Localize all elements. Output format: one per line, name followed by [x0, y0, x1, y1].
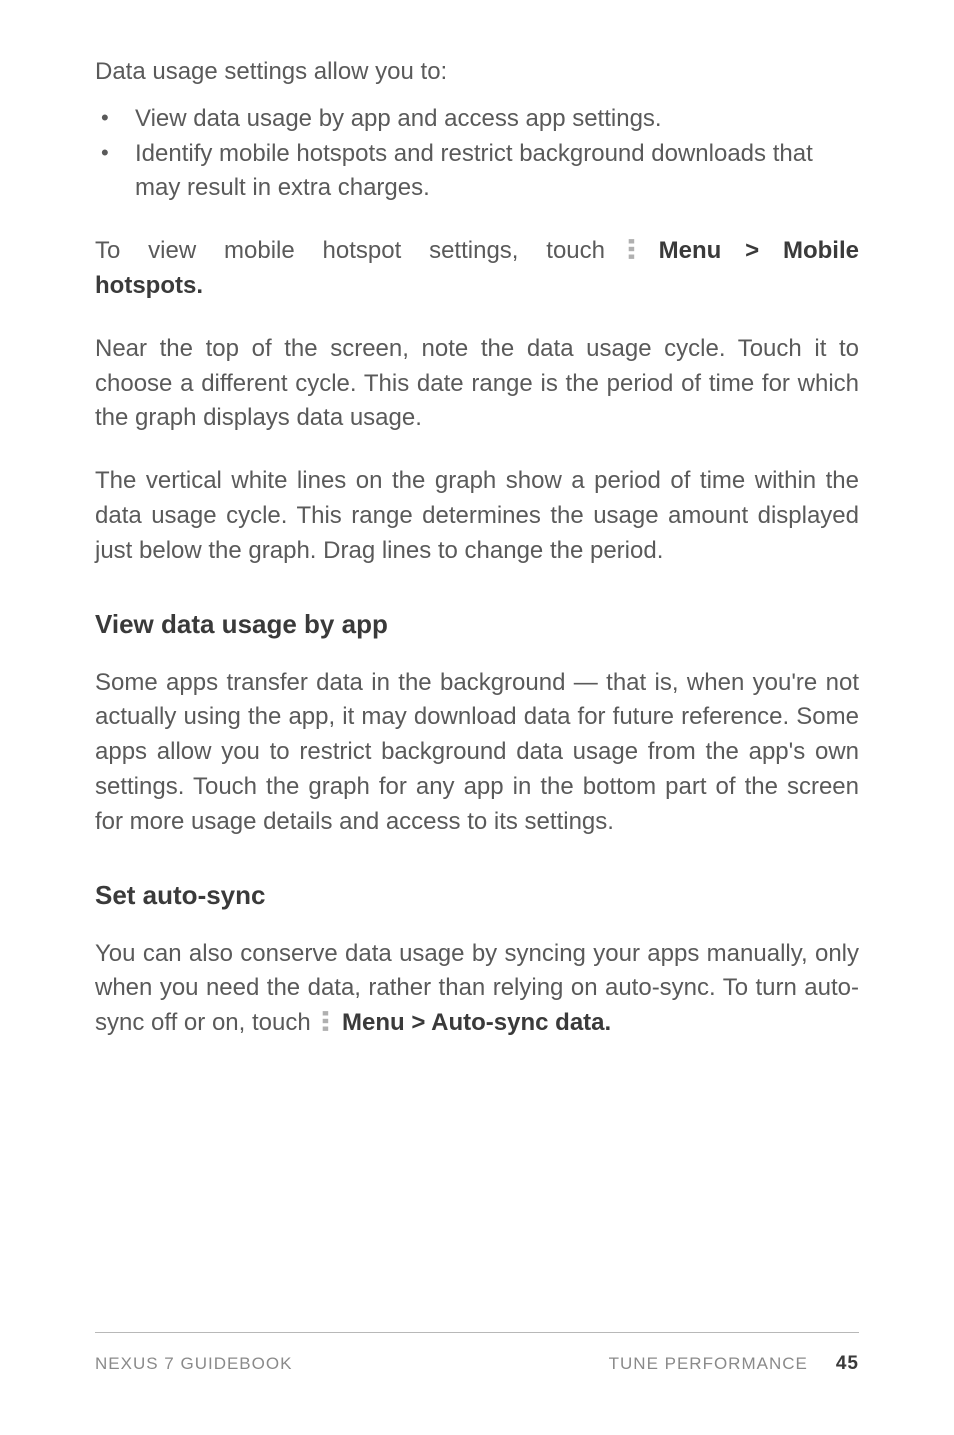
document-page: Data usage settings allow you to: View d…: [0, 0, 954, 1435]
menu-path: Menu > Auto-sync data.: [342, 1009, 611, 1036]
menu-icon: [321, 1010, 331, 1032]
menu-path-cont: hotspots.: [95, 269, 203, 304]
footer-book-title: NEXUS 7 GUIDEBOOK: [95, 1354, 292, 1374]
menu-icon: [627, 238, 637, 260]
heading-view-usage: View data usage by app: [95, 609, 859, 640]
footer-row: NEXUS 7 GUIDEBOOK TUNE PERFORMANCE 45: [95, 1353, 859, 1375]
footer-section: TUNE PERFORMANCE: [609, 1354, 808, 1374]
heading-auto-sync: Set auto-sync: [95, 880, 859, 911]
page-footer: NEXUS 7 GUIDEBOOK TUNE PERFORMANCE 45: [95, 1324, 859, 1375]
footer-page-number: 45: [836, 1353, 859, 1375]
autosync-paragraph: You can also conserve data usage by sync…: [95, 937, 859, 1041]
footer-right: TUNE PERFORMANCE 45: [609, 1353, 859, 1375]
cycle-paragraph: Near the top of the screen, note the dat…: [95, 332, 859, 436]
intro-paragraph: Data usage settings allow you to:: [95, 55, 859, 90]
text-prefix: To view mobile hotspot settings, touch: [95, 237, 605, 264]
menu-path: Menu > Mobile: [659, 237, 859, 264]
graph-paragraph: The vertical white lines on the graph sh…: [95, 464, 859, 568]
bullet-item: View data usage by app and access app se…: [95, 102, 859, 137]
footer-rule: [95, 1332, 859, 1333]
bullet-item: Identify mobile hotspots and restrict ba…: [95, 137, 859, 207]
hotspot-paragraph: To view mobile hotspot settings, touch M…: [95, 234, 859, 304]
view-paragraph: Some apps transfer data in the backgroun…: [95, 666, 859, 840]
bullet-list: View data usage by app and access app se…: [95, 102, 859, 206]
